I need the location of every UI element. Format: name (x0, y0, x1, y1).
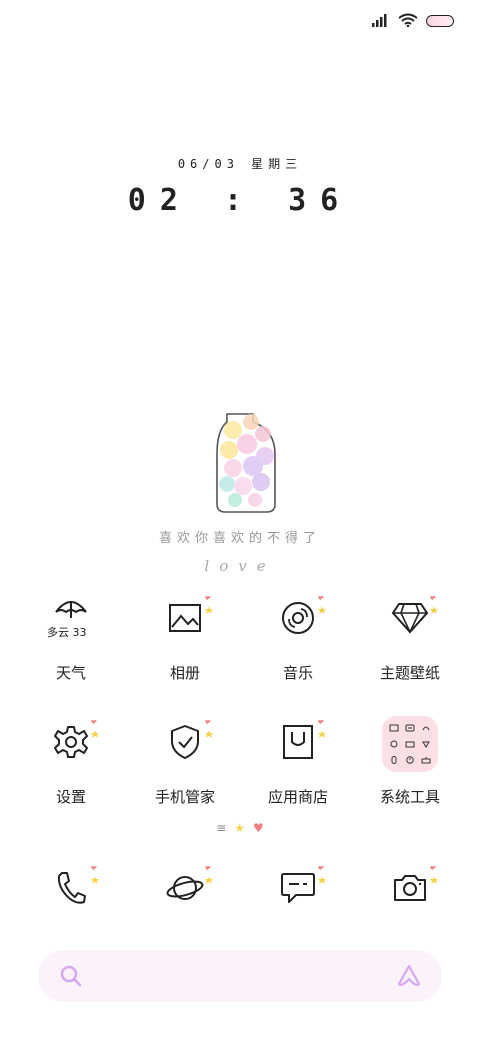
menu-icon: ≡ (216, 821, 227, 835)
app-system-tools[interactable]: 系统工具 (355, 714, 465, 807)
search-bar[interactable] (38, 950, 442, 1002)
clock-text: 02 : 36 (127, 183, 353, 218)
heart-star-decoration (424, 864, 440, 888)
heart-star-decoration (85, 718, 101, 742)
heart-star-decoration (199, 718, 215, 742)
heart-star-decoration (312, 864, 328, 888)
app-label: 应用商店 (267, 788, 328, 806)
slogan-text: 喜欢你喜欢的不得了 (158, 531, 321, 546)
app-label: 系统工具 (379, 788, 440, 806)
date-text: 06/03 星期三 (177, 157, 303, 171)
heart-star-decoration (199, 864, 215, 888)
app-label: 设置 (55, 788, 86, 806)
flower-jar-illustration (205, 402, 285, 517)
message-icon (280, 871, 316, 909)
love-text: love (204, 557, 276, 575)
app-label: 相册 (169, 664, 200, 682)
star-icon: ★ (234, 821, 246, 835)
app-settings[interactable]: 设置 (16, 714, 126, 807)
app-store[interactable]: 应用商店 (243, 714, 353, 807)
picture-icon (168, 603, 202, 637)
app-label: 天气 (55, 664, 86, 682)
heart-star-decoration (199, 594, 215, 618)
heart-star-decoration (85, 864, 101, 888)
app-gallery[interactable]: 相册 (130, 590, 240, 683)
heart-star-decoration (312, 718, 328, 742)
app-music[interactable]: 音乐 (243, 590, 353, 683)
status-bar (372, 10, 454, 32)
signal-icon (372, 12, 390, 31)
search-icon[interactable] (60, 965, 82, 991)
assistant-icon[interactable] (396, 963, 422, 993)
shield-check-icon (169, 724, 201, 764)
tools-folder-icon (382, 716, 438, 772)
gear-icon (53, 724, 89, 764)
camera-icon (392, 873, 428, 907)
heart-icon: ♥ (253, 821, 264, 835)
heart-star-decoration (312, 594, 328, 618)
dock-phone[interactable] (16, 860, 126, 920)
weather-temperature: 多云 33 (47, 626, 87, 639)
app-label: 手机管家 (154, 788, 215, 806)
shopping-bag-icon (282, 724, 314, 764)
battery-icon (426, 15, 454, 27)
app-weather[interactable]: 多云 33 天气 (16, 590, 126, 683)
dock-browser[interactable] (130, 860, 240, 920)
disc-icon (280, 600, 316, 640)
app-label: 主题壁纸 (379, 664, 440, 682)
dock-camera[interactable] (355, 860, 465, 920)
dock-messages[interactable] (243, 860, 353, 920)
app-themes[interactable]: 主题壁纸 (355, 590, 465, 683)
app-phone-manager[interactable]: 手机管家 (130, 714, 240, 807)
page-indicator: ≡ ★ ♥ (0, 821, 480, 835)
app-label: 音乐 (282, 664, 313, 682)
phone-icon (55, 871, 87, 909)
wifi-icon (398, 12, 418, 31)
heart-star-decoration (424, 594, 440, 618)
